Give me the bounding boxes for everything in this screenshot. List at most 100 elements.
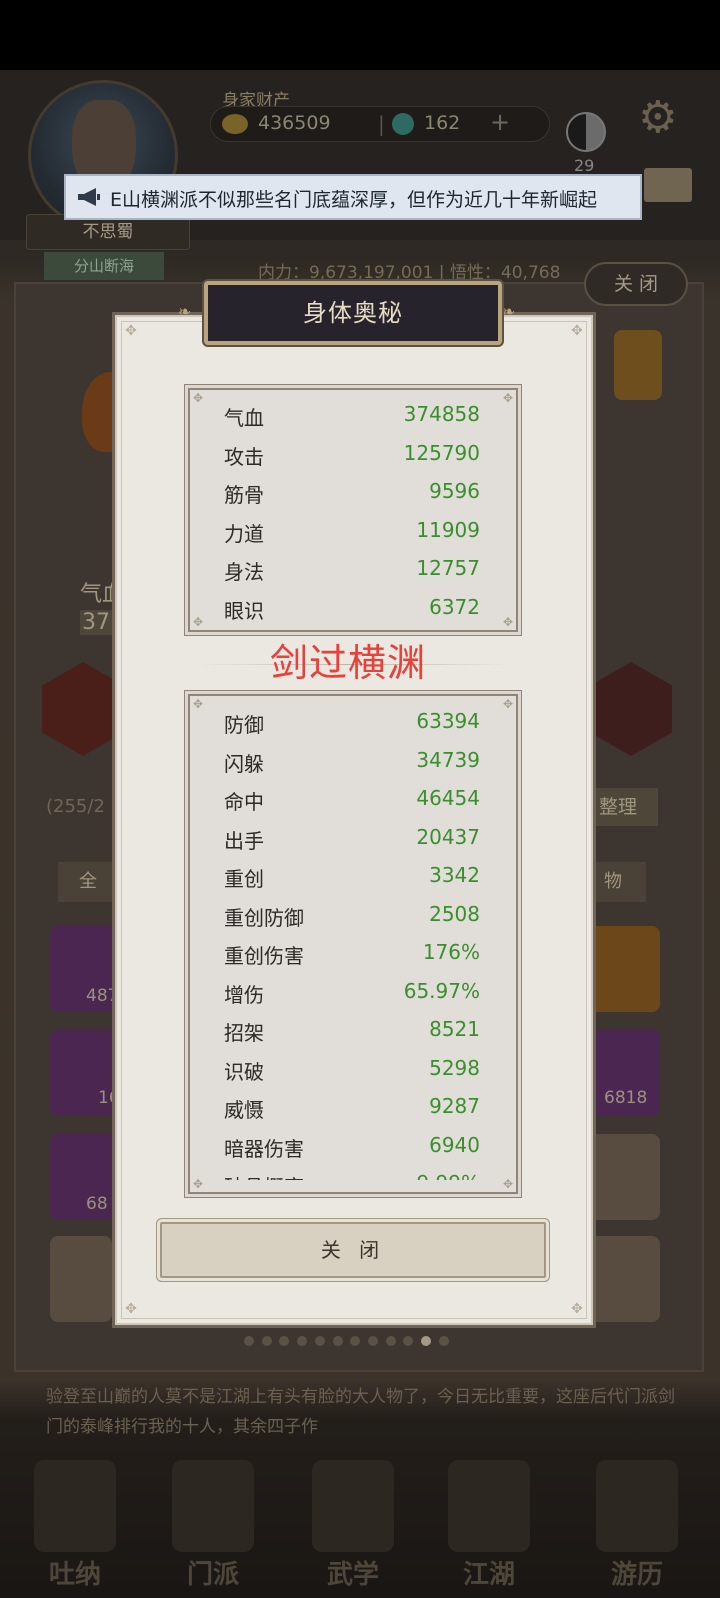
stat-row: 眼识 6372 — [190, 588, 516, 626]
jianghu-icon — [448, 1460, 530, 1552]
stat-value: 20437 — [416, 824, 480, 849]
sect-tag: 分山断海 — [44, 252, 164, 280]
page-dot[interactable] — [385, 1336, 396, 1346]
secondary-stats-box[interactable]: 防御 63394 闪躲 34739 命中 46454 出手 20437 重创 3342 重创防御 25… — [188, 694, 518, 1194]
page-dot[interactable] — [261, 1336, 272, 1346]
stat-row: 暗器伤害 6940 — [190, 1126, 516, 1164]
stat-value: 34739 — [416, 747, 480, 772]
stats-scroll-area[interactable]: 防御 63394 闪躲 34739 命中 46454 出手 20437 重创 3342 重创防御 25… — [190, 702, 516, 1180]
nav-label: 武学 — [326, 1560, 379, 1590]
stat-name: 力道 — [224, 521, 264, 546]
coin-value: 436509 — [258, 112, 331, 134]
nav-item-tuna[interactable]: 吐纳 — [20, 1460, 130, 1590]
stat-value: 46454 — [416, 786, 480, 810]
stat-row: 破骨概率 9.99% — [190, 1164, 516, 1180]
stat-value: 6940 — [429, 1132, 480, 1157]
corner-ornament: ✥ — [193, 1177, 204, 1191]
stat-row: 闪躲 34739 — [190, 741, 516, 779]
stat-name: 重创伤害 — [224, 944, 304, 968]
stat-name: 出手 — [224, 828, 264, 853]
stat-value: 12757 — [416, 556, 480, 580]
stat-value: 8521 — [429, 1017, 480, 1041]
corner-ornament: ✥ — [125, 1301, 137, 1317]
overlay-caption: 剑过横渊 — [270, 641, 427, 685]
nav-label: 江湖 — [462, 1560, 515, 1590]
primary-stats-box: ✥ ✥ ✥ ✥ 气血 374858 攻击 125790 筋骨 9596 力道 11909 身法 1… — [188, 388, 518, 632]
stat-value: 65.97% — [403, 978, 480, 1003]
stat-value: 6372 — [429, 594, 480, 619]
item-count: 68 — [86, 1194, 108, 1214]
tuna-icon — [34, 1460, 116, 1552]
lantern-icon[interactable] — [614, 330, 662, 400]
coin-icon — [222, 114, 248, 134]
wealth-separator: | — [378, 112, 385, 136]
megaphone-icon — [78, 188, 100, 206]
jade-value: 162 — [424, 112, 461, 134]
jade-icon — [392, 113, 414, 135]
nav-item-jianghu[interactable]: 江湖 — [434, 1460, 544, 1590]
page-dot[interactable] — [314, 1336, 325, 1346]
announcement-banner[interactable]: E山横渊派不似那些名门底蕴深厚，但作为近几十年新崛起 — [64, 174, 642, 220]
close-button[interactable]: 关 闭 — [160, 1222, 546, 1278]
close-button-label: 关 闭 — [320, 1238, 386, 1262]
page-dot[interactable] — [421, 1336, 431, 1346]
stat-row: 攻击 125790 — [190, 434, 516, 472]
corner-ornament: ✥ — [502, 697, 513, 711]
nav-item-youli[interactable]: 游历 — [582, 1460, 692, 1590]
page-dot[interactable] — [332, 1336, 343, 1346]
page-dot[interactable] — [367, 1336, 378, 1346]
stat-name: 闪躲 — [224, 751, 264, 776]
stat-value: 3342 — [429, 863, 480, 887]
filter-all-tab[interactable]: 全 — [58, 862, 118, 902]
dialog-title-plate: 身体奥秘 — [204, 281, 502, 345]
stat-name: 威慑 — [224, 1098, 264, 1122]
stat-row: 力道 11909 — [190, 511, 516, 549]
stat-name: 重创 — [224, 867, 264, 891]
stat-row: 重创 3342 — [190, 856, 516, 894]
stat-value: 9.99% — [416, 1171, 480, 1180]
inventory-item[interactable] — [588, 926, 660, 1012]
menpai-icon — [172, 1460, 254, 1552]
nav-label: 门派 — [186, 1560, 239, 1590]
add-currency-button[interactable]: + — [490, 108, 510, 136]
dialog-title: 身体奥秘 — [303, 299, 403, 327]
gear-icon[interactable]: ⚙ — [638, 92, 677, 143]
panel-close-button[interactable]: 关 闭 — [584, 262, 688, 306]
stat-row: 重创防御 2508 — [190, 895, 516, 933]
nav-item-wuxue[interactable]: 武学 — [298, 1460, 408, 1590]
stat-row: 命中 46454 — [190, 779, 516, 817]
stat-value: 5298 — [429, 1055, 480, 1080]
inventory-slot-empty[interactable] — [588, 1134, 660, 1220]
stat-name: 识破 — [224, 1059, 264, 1084]
stat-row: 防御 63394 — [190, 702, 516, 740]
inventory-slot-empty[interactable] — [50, 1236, 112, 1322]
taiji-icon[interactable] — [566, 112, 606, 152]
taiji-count: 29 — [574, 156, 595, 175]
item-count: 6818 — [604, 1088, 648, 1108]
stat-value: 9287 — [429, 1094, 480, 1118]
stat-row: 出手 20437 — [190, 818, 516, 856]
mail-icon[interactable] — [644, 168, 692, 202]
nav-item-menpai[interactable]: 门派 — [158, 1460, 268, 1590]
stat-name: 命中 — [224, 790, 264, 814]
page-dot[interactable] — [244, 1336, 254, 1346]
stat-row: 重创伤害 176% — [190, 933, 516, 971]
stat-row: 身法 12757 — [190, 549, 516, 587]
corner-ornament: ✥ — [125, 323, 137, 339]
stat-name: 防御 — [224, 713, 264, 737]
inventory-slot-empty[interactable] — [588, 1236, 660, 1322]
stat-name: 招架 — [224, 1021, 264, 1045]
power-stats-line: 内力：9,673,197,001 | 悟性：40,768 — [258, 263, 561, 283]
stat-name: 身法 — [224, 560, 264, 584]
stat-row: 招架 8521 — [190, 1010, 516, 1048]
stat-row: 筋骨 9596 — [190, 472, 516, 510]
announcement-text: E山横渊派不似那些名门底蕴深厚，但作为近几十年新崛起 — [110, 189, 598, 211]
corner-ornament: ✥ — [571, 1301, 583, 1317]
stat-value: 63394 — [416, 709, 480, 733]
stat-row: 增伤 65.97% — [190, 972, 516, 1010]
page-dot[interactable] — [438, 1336, 449, 1346]
corner-ornament: ✥ — [193, 697, 204, 711]
stat-name: 增伤 — [224, 982, 264, 1007]
bag-count: (255/2 — [46, 796, 105, 817]
stat-value: 9596 — [429, 479, 480, 503]
